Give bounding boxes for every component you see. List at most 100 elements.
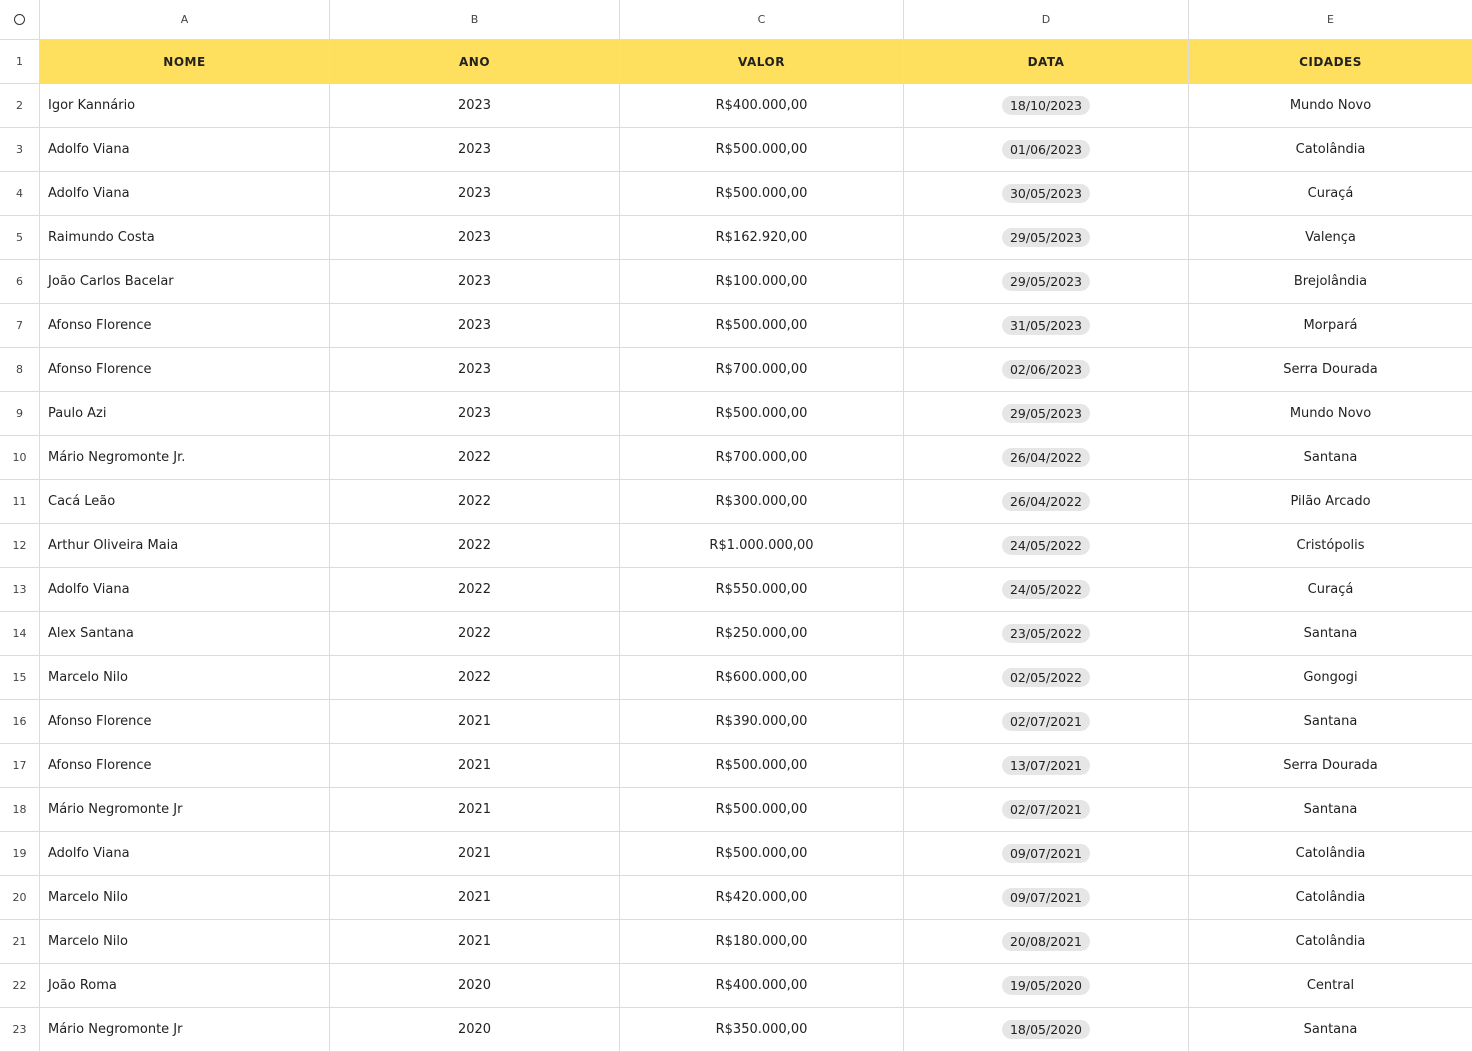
cell-data[interactable]: 26/04/2022 <box>904 480 1189 524</box>
column-header-d[interactable]: D <box>904 0 1189 40</box>
cell-cidades[interactable]: Central <box>1189 964 1472 1008</box>
cell-valor[interactable]: R$550.000,00 <box>620 568 904 612</box>
row-number[interactable]: 13 <box>0 568 40 612</box>
cell-ano[interactable]: 2023 <box>330 128 620 172</box>
cell-cidades[interactable]: Catolândia <box>1189 876 1472 920</box>
cell-cidades[interactable]: Valença <box>1189 216 1472 260</box>
cell-nome[interactable]: Afonso Florence <box>40 304 330 348</box>
cell-valor[interactable]: R$390.000,00 <box>620 700 904 744</box>
cell-data[interactable]: 31/05/2023 <box>904 304 1189 348</box>
cell-ano[interactable]: 2023 <box>330 348 620 392</box>
column-header-b[interactable]: B <box>330 0 620 40</box>
cell-data[interactable]: 19/05/2020 <box>904 964 1189 1008</box>
cell-cidades[interactable]: Mundo Novo <box>1189 392 1472 436</box>
row-number[interactable]: 1 <box>0 40 40 84</box>
cell-cidades[interactable]: Santana <box>1189 436 1472 480</box>
row-number[interactable]: 4 <box>0 172 40 216</box>
cell-valor[interactable]: R$600.000,00 <box>620 656 904 700</box>
cell-nome[interactable]: Mário Negromonte Jr <box>40 1008 330 1052</box>
cell-ano[interactable]: 2022 <box>330 524 620 568</box>
row-number[interactable]: 19 <box>0 832 40 876</box>
cell-data[interactable]: 23/05/2022 <box>904 612 1189 656</box>
cell-valor[interactable]: R$500.000,00 <box>620 392 904 436</box>
cell-ano[interactable]: 2021 <box>330 876 620 920</box>
cell-cidades[interactable]: Brejolândia <box>1189 260 1472 304</box>
cell-valor[interactable]: R$400.000,00 <box>620 964 904 1008</box>
cell-nome[interactable]: Mário Negromonte Jr <box>40 788 330 832</box>
cell-ano[interactable]: 2023 <box>330 260 620 304</box>
header-cell-cidades[interactable]: CIDADES <box>1189 40 1472 84</box>
cell-nome[interactable]: Afonso Florence <box>40 744 330 788</box>
cell-cidades[interactable]: Santana <box>1189 788 1472 832</box>
cell-ano[interactable]: 2021 <box>330 920 620 964</box>
cell-cidades[interactable]: Santana <box>1189 1008 1472 1052</box>
cell-cidades[interactable]: Catolândia <box>1189 920 1472 964</box>
cell-data[interactable]: 02/07/2021 <box>904 700 1189 744</box>
cell-nome[interactable]: Raimundo Costa <box>40 216 330 260</box>
cell-cidades[interactable]: Santana <box>1189 612 1472 656</box>
cell-cidades[interactable]: Serra Dourada <box>1189 744 1472 788</box>
cell-valor[interactable]: R$500.000,00 <box>620 788 904 832</box>
cell-nome[interactable]: Arthur Oliveira Maia <box>40 524 330 568</box>
row-number[interactable]: 5 <box>0 216 40 260</box>
cell-ano[interactable]: 2022 <box>330 612 620 656</box>
row-number[interactable]: 11 <box>0 480 40 524</box>
cell-data[interactable]: 29/05/2023 <box>904 216 1189 260</box>
cell-data[interactable]: 01/06/2023 <box>904 128 1189 172</box>
row-number[interactable]: 17 <box>0 744 40 788</box>
cell-ano[interactable]: 2021 <box>330 744 620 788</box>
cell-nome[interactable]: João Carlos Bacelar <box>40 260 330 304</box>
cell-cidades[interactable]: Catolândia <box>1189 832 1472 876</box>
cell-ano[interactable]: 2021 <box>330 700 620 744</box>
cell-data[interactable]: 24/05/2022 <box>904 524 1189 568</box>
column-header-a[interactable]: A <box>40 0 330 40</box>
column-header-e[interactable]: E <box>1189 0 1472 40</box>
cell-valor[interactable]: R$420.000,00 <box>620 876 904 920</box>
cell-ano[interactable]: 2022 <box>330 436 620 480</box>
cell-ano[interactable]: 2023 <box>330 216 620 260</box>
cell-ano[interactable]: 2022 <box>330 568 620 612</box>
row-number[interactable]: 21 <box>0 920 40 964</box>
cell-ano[interactable]: 2021 <box>330 788 620 832</box>
cell-data[interactable]: 26/04/2022 <box>904 436 1189 480</box>
cell-cidades[interactable]: Gongogi <box>1189 656 1472 700</box>
header-cell-data[interactable]: DATA <box>904 40 1189 84</box>
cell-valor[interactable]: R$400.000,00 <box>620 84 904 128</box>
cell-cidades[interactable]: Curaçá <box>1189 172 1472 216</box>
row-number[interactable]: 16 <box>0 700 40 744</box>
cell-valor[interactable]: R$700.000,00 <box>620 436 904 480</box>
cell-cidades[interactable]: Santana <box>1189 700 1472 744</box>
select-all-corner[interactable] <box>0 0 40 40</box>
cell-nome[interactable]: Alex Santana <box>40 612 330 656</box>
cell-nome[interactable]: Paulo Azi <box>40 392 330 436</box>
header-cell-ano[interactable]: ANO <box>330 40 620 84</box>
cell-valor[interactable]: R$1.000.000,00 <box>620 524 904 568</box>
row-number[interactable]: 7 <box>0 304 40 348</box>
cell-nome[interactable]: Adolfo Viana <box>40 568 330 612</box>
cell-nome[interactable]: Adolfo Viana <box>40 172 330 216</box>
cell-data[interactable]: 02/07/2021 <box>904 788 1189 832</box>
cell-valor[interactable]: R$500.000,00 <box>620 832 904 876</box>
row-number[interactable]: 22 <box>0 964 40 1008</box>
cell-nome[interactable]: Igor Kannário <box>40 84 330 128</box>
cell-nome[interactable]: Marcelo Nilo <box>40 920 330 964</box>
cell-ano[interactable]: 2022 <box>330 480 620 524</box>
cell-ano[interactable]: 2023 <box>330 172 620 216</box>
cell-data[interactable]: 02/06/2023 <box>904 348 1189 392</box>
row-number[interactable]: 15 <box>0 656 40 700</box>
cell-data[interactable]: 18/10/2023 <box>904 84 1189 128</box>
cell-data[interactable]: 20/08/2021 <box>904 920 1189 964</box>
cell-ano[interactable]: 2022 <box>330 656 620 700</box>
cell-nome[interactable]: Marcelo Nilo <box>40 876 330 920</box>
row-number[interactable]: 3 <box>0 128 40 172</box>
cell-valor[interactable]: R$500.000,00 <box>620 128 904 172</box>
header-cell-nome[interactable]: NOME <box>40 40 330 84</box>
cell-ano[interactable]: 2020 <box>330 964 620 1008</box>
cell-cidades[interactable]: Serra Dourada <box>1189 348 1472 392</box>
cell-valor[interactable]: R$500.000,00 <box>620 172 904 216</box>
cell-data[interactable]: 18/05/2020 <box>904 1008 1189 1052</box>
cell-valor[interactable]: R$700.000,00 <box>620 348 904 392</box>
cell-nome[interactable]: Afonso Florence <box>40 700 330 744</box>
cell-nome[interactable]: Adolfo Viana <box>40 832 330 876</box>
row-number[interactable]: 10 <box>0 436 40 480</box>
